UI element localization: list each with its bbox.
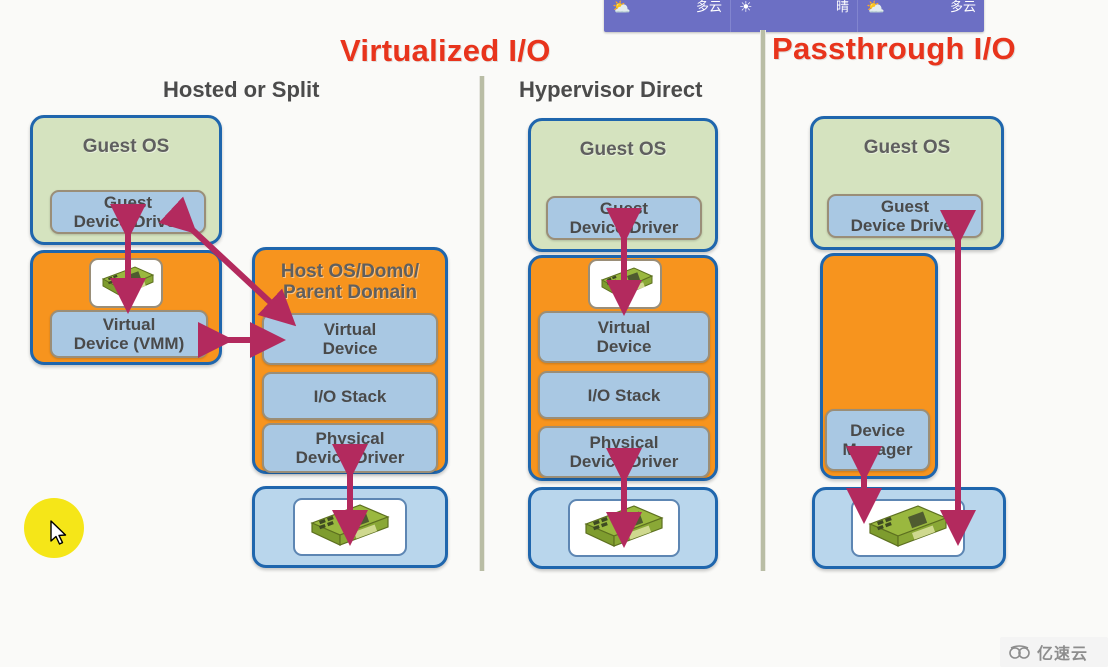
pdd-line2: Device Driver	[569, 452, 679, 471]
column-divider-right	[760, 30, 766, 571]
col3-hardware-nic-holder	[851, 499, 965, 557]
partly-cloudy-icon: ⛅	[612, 0, 631, 16]
vdvmm-line2: Device (VMM)	[73, 334, 185, 353]
host-domain-line2: Parent Domain	[282, 282, 418, 303]
col1-guest-os-label: Guest OS	[82, 136, 170, 157]
watermark: 亿速云	[1000, 637, 1108, 667]
pdd-line2: Device Driver	[295, 448, 405, 467]
pdd-line1: Physical	[589, 433, 659, 452]
gdd-line2: Device Driver	[569, 218, 679, 237]
weather-cell-day-after[interactable]: 后天 27°/16°C ⛅ 多云	[857, 0, 984, 32]
col1-vmm-nic-holder	[89, 258, 163, 308]
nic-card-icon	[584, 505, 664, 547]
col3-device-manager: Device Manager	[825, 409, 930, 471]
col2-physical-device-driver: Physical Device Driver	[538, 426, 710, 478]
weather-condition: 多云	[949, 0, 976, 14]
vd-line1: Virtual	[597, 318, 651, 337]
nic-card-icon	[310, 504, 390, 546]
subheading-hosted-or-split: Hosted or Split	[163, 77, 320, 102]
partly-cloudy-icon: ⛅	[866, 0, 885, 16]
nic-card-icon	[101, 266, 155, 297]
weather-cell-tomorrow[interactable]: 明天 26°/17°C ☀ 晴	[730, 0, 857, 32]
col2-io-stack: I/O Stack	[538, 371, 710, 419]
col1-io-stack: I/O Stack	[262, 372, 438, 420]
col2-hardware-nic-holder	[568, 499, 680, 557]
col1-hardware-nic-holder	[293, 498, 407, 556]
column-divider-left	[479, 76, 485, 571]
host-domain-line1: Host OS/Dom0/	[280, 261, 420, 282]
slide-canvas: 今天 25°/19°C ⛅ 多云 明天 26°/17°C ☀ 晴 后天 27°/…	[0, 0, 1108, 667]
col2-guest-device-driver: Guest Device Driver	[546, 196, 702, 240]
col1-virtual-device: Virtual Device	[262, 313, 438, 365]
watermark-text: 亿速云	[1037, 646, 1089, 663]
col1-guest-device-driver: Guest Device Driver	[50, 190, 206, 234]
sunny-icon: ☀	[739, 0, 753, 16]
gdd-line2: Device Driver	[73, 212, 183, 231]
subheading-hypervisor-direct: Hypervisor Direct	[519, 77, 703, 102]
weather-condition: 多云	[695, 0, 722, 14]
gdd-line1: Guest	[103, 193, 153, 212]
vd-line2: Device	[596, 337, 652, 356]
col2-hypervisor-nic-holder	[588, 259, 662, 309]
heading-passthrough-io: Passthrough I/O	[772, 31, 1016, 66]
gdd-line1: Guest	[880, 197, 930, 216]
col2-guest-os-label: Guest OS	[579, 139, 667, 160]
weather-condition: 晴	[835, 0, 849, 14]
vd-line2: Device	[322, 339, 378, 358]
nic-card-icon	[868, 505, 948, 547]
col3-guest-os-label: Guest OS	[863, 137, 951, 158]
dm-line2: Manager	[842, 440, 913, 459]
col3-guest-device-driver: Guest Device Driver	[827, 194, 983, 238]
col2-virtual-device: Virtual Device	[538, 311, 710, 363]
pdd-line1: Physical	[315, 429, 385, 448]
nic-card-icon	[600, 267, 654, 298]
col1-virtual-device-vmm: Virtual Device (VMM)	[50, 310, 208, 358]
mouse-pointer-icon	[50, 520, 67, 545]
gdd-line2: Device Driver	[850, 216, 960, 235]
vdvmm-line1: Virtual	[102, 315, 156, 334]
gdd-line1: Guest	[599, 199, 649, 218]
cloud-icon	[1009, 645, 1030, 659]
vd-line1: Virtual	[323, 320, 377, 339]
heading-virtualized-io: Virtualized I/O	[340, 33, 551, 68]
col1-physical-device-driver: Physical Device Driver	[262, 423, 438, 473]
weather-widget[interactable]: 今天 25°/19°C ⛅ 多云 明天 26°/17°C ☀ 晴 后天 27°/…	[604, 0, 984, 32]
weather-cell-today[interactable]: 今天 25°/19°C ⛅ 多云	[604, 0, 730, 32]
dm-line1: Device	[850, 421, 905, 440]
